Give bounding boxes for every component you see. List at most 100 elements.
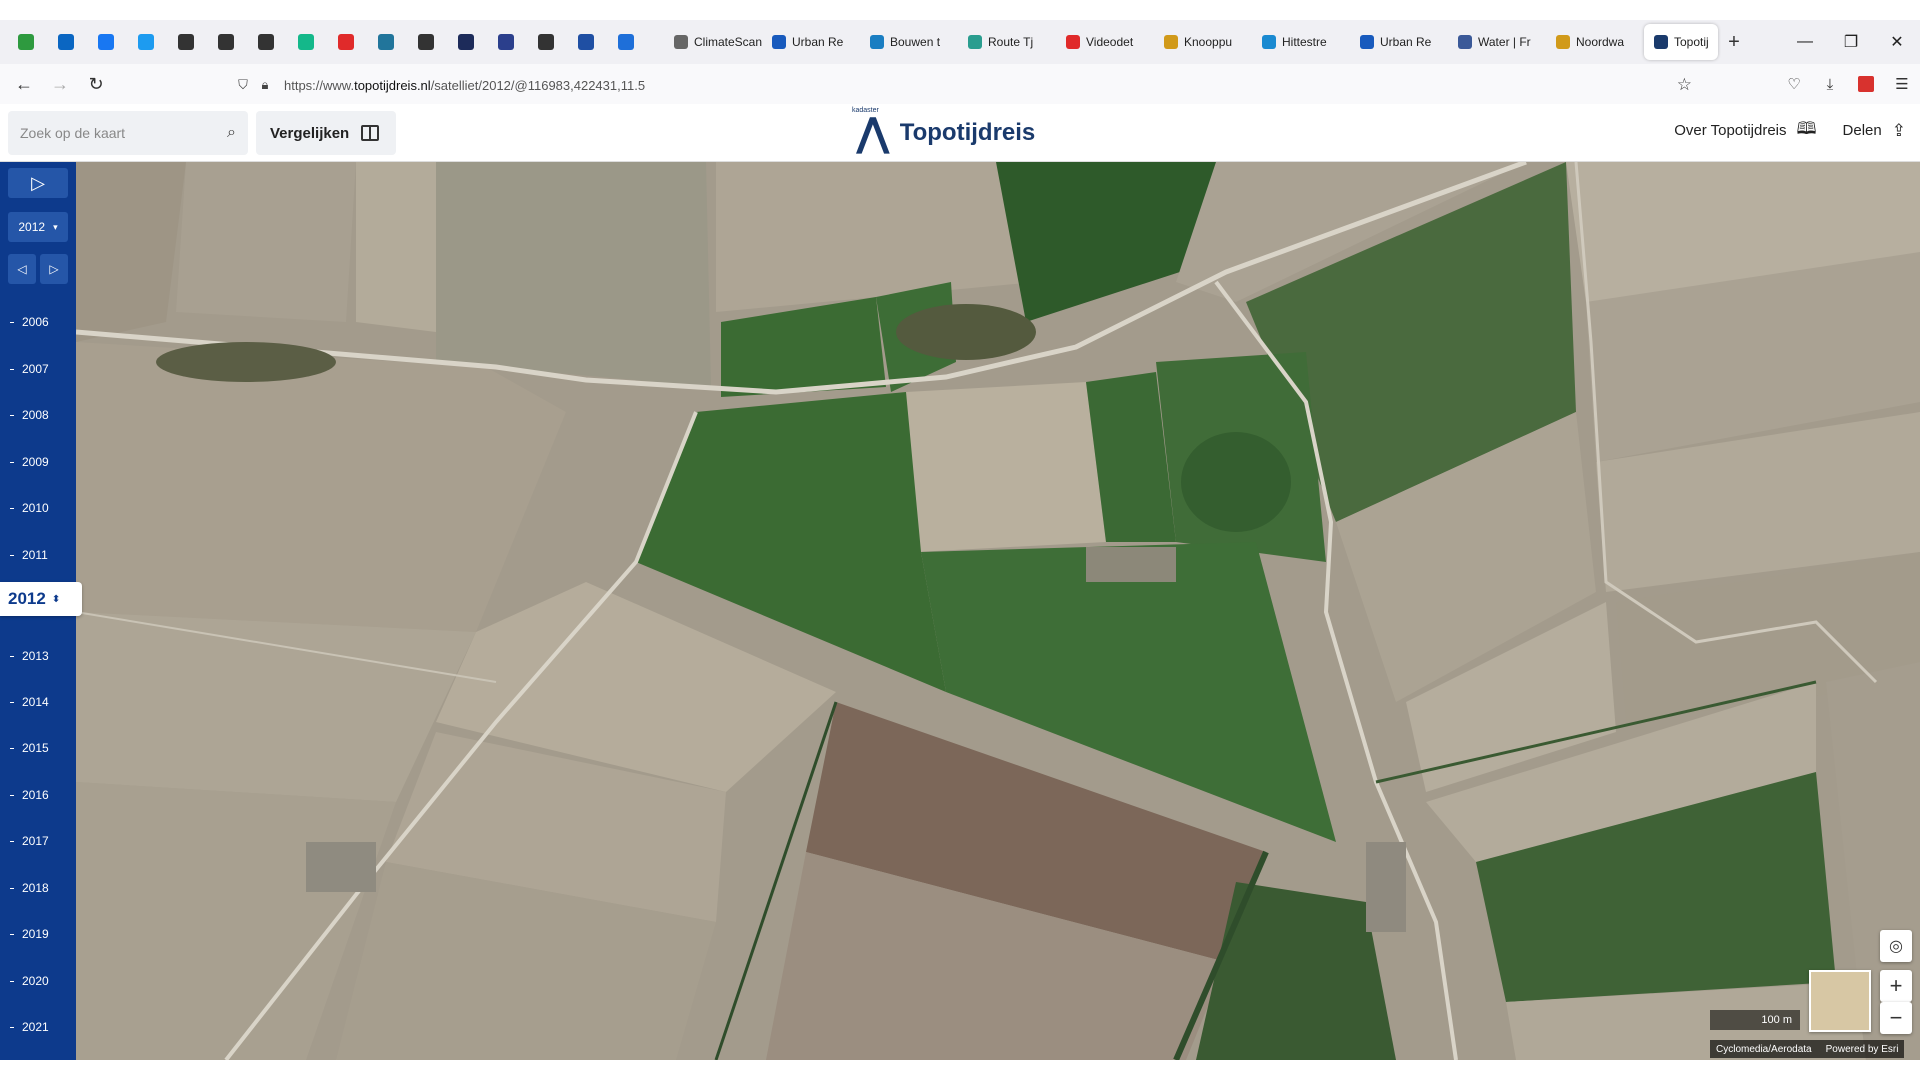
bookmark-globe-icon[interactable] (166, 24, 206, 60)
bookmark-green-r-icon[interactable] (286, 24, 326, 60)
topotijdreis-logo[interactable]: ⋀ kadaster Topotijdreis (852, 107, 1035, 156)
bookmark-globe-icon[interactable] (206, 24, 246, 60)
tab-favicon-icon (674, 35, 688, 49)
timeline-year-2019[interactable]: 2019 (0, 924, 76, 944)
bookmark-linkedin-icon[interactable] (46, 24, 86, 60)
twitter-icon (138, 34, 154, 50)
browser-tab[interactable]: Noordwa (1546, 24, 1644, 60)
cloud-icon (618, 34, 634, 50)
forward-icon[interactable]: → (42, 66, 78, 102)
back-icon[interactable]: ← (6, 66, 42, 102)
locate-button[interactable]: ◎ (1880, 930, 1912, 962)
prev-year-button[interactable]: ◁ (8, 254, 36, 284)
bookmark-p-square-icon[interactable] (566, 24, 606, 60)
browser-tab[interactable]: Videodet (1056, 24, 1154, 60)
bookmark-twitter-icon[interactable] (126, 24, 166, 60)
green-circle-icon (18, 34, 34, 50)
url-text[interactable]: https://www.topotijdreis.nl/satelliet/20… (284, 78, 645, 93)
timeline-current-year[interactable]: 2012 ⬍ (0, 582, 82, 616)
reload-icon[interactable]: ↻ (78, 66, 114, 102)
basemap-thumbnail[interactable] (1809, 970, 1871, 1032)
extension-icon[interactable] (1848, 64, 1884, 104)
map-search[interactable]: ⌕ (8, 111, 248, 155)
year-label: 2021 (22, 1020, 49, 1034)
year-tick (10, 701, 14, 703)
timeline-year-2013[interactable]: 2013 (0, 646, 76, 666)
year-select[interactable]: 2012 ▾ (8, 212, 68, 242)
about-button[interactable]: Over Topotijdreis 🕮︎ (1674, 116, 1816, 145)
year-tick (10, 321, 14, 323)
shield-icon[interactable]: ⛉ (232, 77, 254, 93)
bookmark-star-icon[interactable]: ☆ (1677, 75, 1692, 95)
browser-tab[interactable]: Route Tj (958, 24, 1056, 60)
timeline-year-2020[interactable]: 2020 (0, 971, 76, 991)
play-button[interactable]: ▷ (8, 168, 68, 198)
search-icon[interactable]: ⌕ (227, 124, 236, 142)
globe-icon (178, 34, 194, 50)
bookmark-green-circle-icon[interactable] (6, 24, 46, 60)
lock-icon[interactable]: 🔒︎ (254, 77, 276, 93)
timeline-year-2017[interactable]: 2017 (0, 831, 76, 851)
close-window-icon[interactable]: ✕ (1874, 20, 1920, 64)
browser-tab[interactable]: Water | Fr (1448, 24, 1546, 60)
bookmark-blue-circle-icon[interactable] (486, 24, 526, 60)
timeline-year-2007[interactable]: 2007 (0, 359, 76, 379)
bookmark-cloud-icon[interactable] (606, 24, 646, 60)
next-year-button[interactable]: ▷ (40, 254, 68, 284)
year-label: 2006 (22, 315, 49, 329)
url-prefix: https://www. (284, 77, 355, 93)
compare-button[interactable]: Vergelijken (256, 111, 396, 155)
timeline-year-2011[interactable]: 2011 (0, 545, 76, 565)
year-label: 2008 (22, 408, 49, 422)
timeline-year-2008[interactable]: 2008 (0, 405, 76, 425)
tab-favicon-icon (772, 35, 786, 49)
new-tab-button[interactable]: + (1718, 31, 1750, 54)
timeline-year-2009[interactable]: 2009 (0, 452, 76, 472)
browser-tab[interactable]: Urban Re (762, 24, 860, 60)
bookmark-globe-icon[interactable] (246, 24, 286, 60)
kadaster-text: kadaster (852, 107, 879, 114)
tab-favicon-icon (870, 35, 884, 49)
maximize-icon[interactable]: ❐ (1828, 20, 1874, 64)
browser-tab-bar: ClimateScan Urban Re Bouwen t Route Tj Video… (0, 20, 1920, 64)
tab-topotijdreis[interactable]: Topotij ✕ (1644, 24, 1718, 60)
timeline-year-2018[interactable]: 2018 (0, 878, 76, 898)
blue-circle-icon (498, 34, 514, 50)
browser-tab[interactable]: Urban Re (1350, 24, 1448, 60)
zoom-out-button[interactable]: − (1880, 1002, 1912, 1034)
zoom-in-button[interactable]: + (1880, 970, 1912, 1002)
timeline-year-2015[interactable]: 2015 (0, 738, 76, 758)
browser-tab[interactable]: Knooppu (1154, 24, 1252, 60)
year-tick (10, 1026, 14, 1028)
pocket-icon[interactable]: ♡ (1776, 64, 1812, 104)
bookmark-dark-circle-icon[interactable] (446, 24, 486, 60)
tab-favicon-icon (1360, 35, 1374, 49)
satellite-map[interactable] (76, 162, 1920, 1060)
minimize-icon[interactable]: — (1782, 20, 1828, 64)
browser-tab[interactable]: Hittestre (1252, 24, 1350, 60)
timeline-year-2010[interactable]: 2010 (0, 498, 76, 518)
bookmark-info-circle-icon[interactable] (526, 24, 566, 60)
url-bar[interactable]: ⛉ 🔒︎ https://www.topotijdreis.nl/satelli… (232, 70, 1692, 100)
url-domain: topotijdreis.nl (354, 77, 431, 93)
bookmark-red-camera-icon[interactable] (326, 24, 366, 60)
browser-tab[interactable]: ClimateScan (664, 24, 762, 60)
aerial-imagery[interactable] (76, 162, 1920, 1060)
timeline-year-2021[interactable]: 2021 (0, 1017, 76, 1037)
attribution-esri[interactable]: Powered by Esri (1826, 1044, 1899, 1055)
bookmark-wordpress-icon[interactable] (366, 24, 406, 60)
bookmark-info-circle-icon[interactable] (406, 24, 446, 60)
timeline-year-2016[interactable]: 2016 (0, 785, 76, 805)
year-tick (10, 368, 14, 370)
timeline-year-2006[interactable]: 2006 (0, 312, 76, 332)
attribution-source[interactable]: Cyclomedia/Aerodata (1716, 1044, 1812, 1055)
search-input[interactable] (20, 125, 210, 141)
download-icon[interactable]: ⤓ (1812, 64, 1848, 104)
wordpress-icon (378, 34, 394, 50)
share-button[interactable]: Delen ⇪ (1843, 121, 1906, 141)
timeline-year-2014[interactable]: 2014 (0, 692, 76, 712)
bookmark-facebook-icon[interactable] (86, 24, 126, 60)
browser-tab[interactable]: Bouwen t (860, 24, 958, 60)
globe-icon (258, 34, 274, 50)
menu-icon[interactable]: ☰ (1884, 64, 1920, 104)
